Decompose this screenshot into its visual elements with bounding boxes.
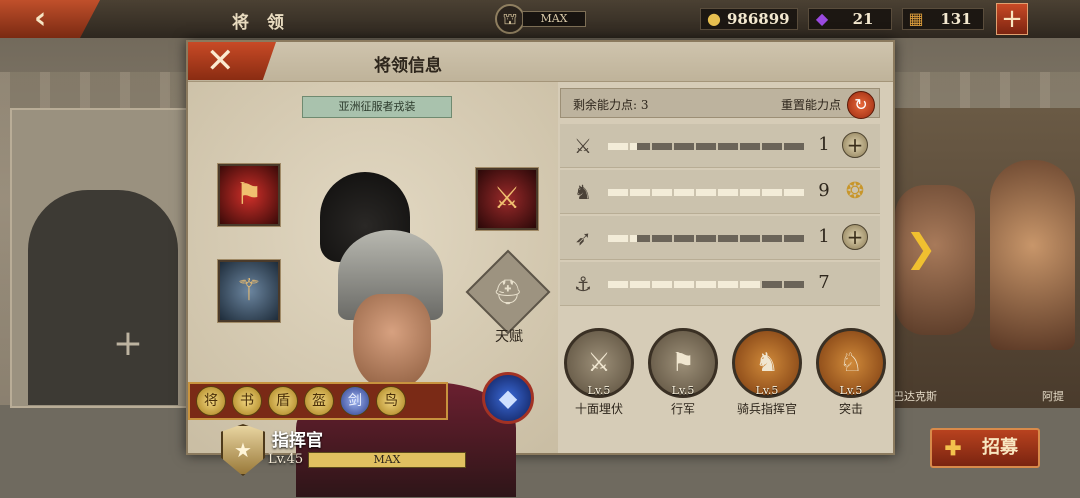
ore-counter: ▦ 131: [902, 8, 984, 30]
stat-fill: [608, 143, 638, 150]
coin-counter: ● 986899: [700, 8, 798, 30]
stat-bar: [608, 143, 804, 150]
rank-name: 指挥官: [272, 431, 323, 451]
add-resource-button[interactable]: +: [996, 3, 1028, 35]
skill-icon-3[interactable]: 盾: [268, 386, 298, 416]
stat-value: 7: [818, 272, 830, 293]
skill-icon-2[interactable]: 书: [232, 386, 262, 416]
stat-row-navy: ⚓ 7: [560, 262, 880, 306]
close-button[interactable]: ✕: [188, 42, 276, 80]
stats-pane: 剩余能力点: 3 重置能力点 ↻ ⚔ 1 + ♞ 9 ❂ ➶ 1 + ⚓ 7 ⚔…: [560, 82, 893, 453]
reset-points-label: 重置能力点: [781, 98, 842, 112]
general-portrait-ati: [990, 160, 1075, 350]
sword-icon: ⚔: [574, 134, 592, 158]
horse-icon: ♞: [574, 180, 592, 204]
sapphire-icon[interactable]: ◆: [482, 372, 534, 424]
stat-value: 1: [818, 226, 830, 247]
dialog-header: 将领信息: [188, 42, 893, 82]
stat-row-archer: ➶ 1 +: [560, 216, 880, 260]
stat-row-infantry: ⚔ 1 +: [560, 124, 880, 168]
skill-icon-1[interactable]: 将: [196, 386, 226, 416]
scepter-icon: ⚚: [235, 273, 263, 308]
general-face: [353, 294, 431, 389]
stat-bar: [608, 235, 804, 242]
stat-bar: [608, 189, 804, 196]
ore-value: 131: [940, 10, 972, 28]
stat-fill: [608, 281, 761, 288]
abilities-row: ⚔ Lv.5 十面埋伏 ⚑ Lv.5 行军 ♞ Lv.5 骑兵指挥官 ♘ Lv.…: [560, 328, 893, 453]
reset-points-button[interactable]: ↻: [847, 91, 875, 119]
ability-name: 突击: [838, 402, 863, 416]
axe-icon: ⚔: [493, 181, 521, 216]
remaining-points: 剩余能力点: 3: [573, 98, 649, 112]
ability-charge[interactable]: ♘ Lv.5 突击: [812, 328, 888, 453]
gem-value: 21: [852, 10, 874, 28]
ability-name: 十面埋伏: [574, 402, 623, 416]
add-general-icon[interactable]: +: [110, 326, 146, 362]
general-level: Lv.45: [268, 452, 304, 467]
skill-strip: 将 书 盾 盔 剑 鸟: [188, 382, 448, 420]
stat-row-cavalry: ♞ 9 ❂: [560, 170, 880, 214]
recruit-button[interactable]: ✚ 招募: [930, 428, 1040, 468]
ability-march[interactable]: ⚑ Lv.5 行军: [644, 328, 720, 453]
ability-points-bar: 剩余能力点: 3 重置能力点 ↻: [560, 88, 880, 119]
add-point-button[interactable]: +: [842, 224, 868, 250]
max-crest-icon: ❂: [845, 179, 865, 204]
ability-ambush[interactable]: ⚔ Lv.5 十面埋伏: [560, 328, 636, 453]
stat-bar: [608, 281, 804, 288]
page-title: 将 领: [232, 13, 290, 33]
stat-value: 9: [818, 180, 830, 201]
stat-fill: [608, 189, 804, 196]
stat-value: 1: [818, 134, 830, 155]
building-level: MAX: [522, 11, 586, 27]
helmet-icon: ⛑: [492, 278, 524, 306]
silhouette-image: [28, 190, 178, 405]
general-info-dialog: 将领信息 ✕ 亚洲征服者戎装 ⚑ ⚚ ⚔ ⛑ 天赋 ◆ 将 书 盾 盔 剑 鸟 …: [186, 40, 895, 497]
banner-icon: ⚑: [235, 177, 263, 212]
skill-icon-4[interactable]: 盔: [304, 386, 334, 416]
general-portrait-pane: 亚洲征服者戎装 ⚑ ⚚ ⚔ ⛑ 天赋 ◆ 将 书 盾 盔 剑 鸟 ★ 指挥官 L…: [188, 82, 558, 497]
purple-gem-icon: ◆: [815, 9, 829, 28]
add-point-button[interactable]: +: [842, 132, 868, 158]
ability-level: Lv.5: [587, 384, 611, 397]
next-arrow-icon[interactable]: ❯: [905, 228, 941, 268]
skill-icon-6[interactable]: 鸟: [376, 386, 406, 416]
level-progress-bar: MAX: [308, 452, 466, 468]
recruit-icon: ✚: [944, 436, 962, 460]
building-icon[interactable]: ⛫: [495, 4, 525, 34]
ability-name: 行军: [670, 402, 695, 416]
equipment-scepter[interactable]: ⚚: [218, 260, 280, 322]
equipment-banner[interactable]: ⚑: [218, 164, 280, 226]
bow-icon: ➶: [574, 226, 592, 250]
gem-counter: ◆ 21: [808, 8, 892, 30]
back-arrow-icon[interactable]: ‹: [34, 2, 64, 36]
coin-value: 986899: [727, 10, 790, 28]
coin-icon: ●: [707, 9, 721, 28]
anchor-icon: ⚓: [574, 272, 592, 296]
general-name-ati: 阿提: [1042, 390, 1064, 403]
stat-fill: [608, 235, 638, 242]
ability-level: Lv.5: [671, 384, 695, 397]
ability-level: Lv.5: [755, 384, 779, 397]
ability-name: 骑兵指挥官: [736, 402, 797, 416]
outfit-label[interactable]: 亚洲征服者戎装: [302, 96, 452, 118]
ability-level: Lv.5: [839, 384, 863, 397]
equipment-axe[interactable]: ⚔: [476, 168, 538, 230]
skill-icon-5[interactable]: 剑: [340, 386, 370, 416]
ore-icon: ▦: [908, 9, 924, 28]
general-name-badakes: 巴达克斯: [893, 390, 937, 403]
recruit-label: 招募: [982, 437, 1018, 458]
talent-label: 天赋: [495, 329, 523, 345]
ability-cavalry-commander[interactable]: ♞ Lv.5 骑兵指挥官: [728, 328, 804, 453]
